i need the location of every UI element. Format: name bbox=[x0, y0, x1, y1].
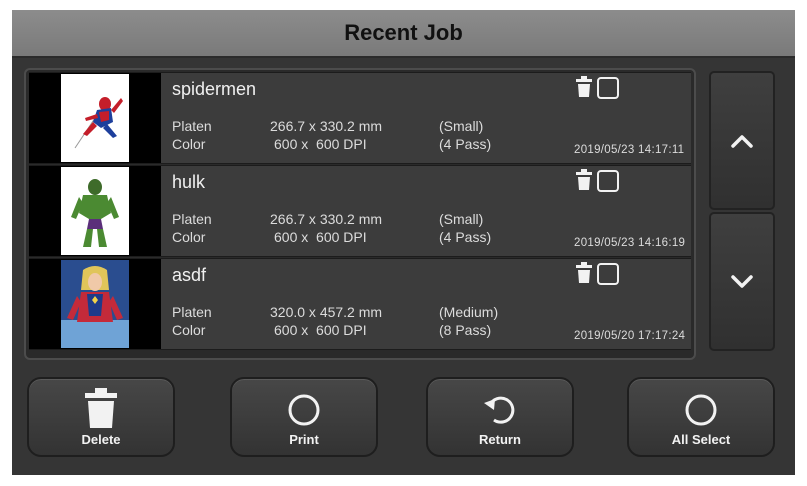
circle-icon bbox=[288, 394, 320, 426]
trash-icon[interactable] bbox=[575, 261, 593, 285]
platen-label: Platen bbox=[172, 304, 212, 320]
circle-icon bbox=[685, 394, 717, 426]
scroll-down-button[interactable] bbox=[709, 212, 775, 351]
resolution: 600 x 600 DPI bbox=[274, 136, 367, 152]
pass-mode: (8 Pass) bbox=[439, 322, 492, 338]
rotate-icon bbox=[484, 396, 515, 424]
recent-job-screen: Recent Job spidermen Platen Color 266.7 … bbox=[12, 10, 795, 475]
color-label: Color bbox=[172, 136, 206, 152]
job-thumbnail bbox=[61, 167, 129, 255]
platen-size: 320.0 x 457.2 mm bbox=[270, 304, 383, 320]
job-thumbnail bbox=[61, 74, 129, 162]
size-class: (Small) bbox=[439, 118, 484, 134]
chevron-down-icon bbox=[731, 274, 753, 288]
select-checkbox[interactable] bbox=[597, 263, 619, 285]
job-date: 2019/05/23 14:17:11 bbox=[574, 144, 685, 156]
delete-label: Delete bbox=[81, 432, 121, 447]
trash-icon bbox=[85, 388, 117, 428]
thumbnail-frame bbox=[29, 73, 161, 163]
platen-label: Platen bbox=[172, 118, 212, 134]
job-row-spidermen[interactable]: spidermen Platen Color 266.7 x 330.2 mm … bbox=[29, 72, 691, 164]
job-date: 2019/05/23 14:16:19 bbox=[574, 237, 686, 249]
all-select-button[interactable]: All Select bbox=[627, 377, 775, 457]
trash-icon[interactable] bbox=[575, 75, 593, 99]
size-class: (Small) bbox=[439, 211, 484, 227]
size-class: (Medium) bbox=[439, 304, 499, 320]
print-label: Print bbox=[289, 432, 319, 447]
job-row-hulk[interactable]: hulk Platen Color 266.7 x 330.2 mm 600 x… bbox=[29, 165, 691, 257]
thumbnail-frame bbox=[29, 259, 161, 349]
platen-size: 266.7 x 330.2 mm bbox=[270, 118, 383, 134]
job-list: spidermen Platen Color 266.7 x 330.2 mm … bbox=[24, 68, 696, 360]
chevron-up-icon bbox=[731, 134, 753, 148]
delete-button[interactable]: Delete bbox=[27, 377, 175, 457]
page-title: Recent Job bbox=[344, 20, 463, 45]
title-bar: Recent Job bbox=[12, 10, 795, 58]
platen-label: Platen bbox=[172, 211, 212, 227]
platen-size: 266.7 x 330.2 mm bbox=[270, 211, 383, 227]
job-name: hulk bbox=[172, 172, 206, 192]
print-button[interactable]: Print bbox=[230, 377, 378, 457]
resolution: 600 x 600 DPI bbox=[274, 322, 367, 338]
job-name: spidermen bbox=[172, 79, 257, 99]
all-select-label: All Select bbox=[671, 432, 731, 447]
job-row-asdf[interactable]: asdf Platen Color 320.0 x 457.2 mm 600 x… bbox=[29, 258, 691, 350]
color-label: Color bbox=[172, 229, 206, 245]
return-label: Return bbox=[479, 432, 521, 447]
color-label: Color bbox=[172, 322, 206, 338]
pass-mode: (4 Pass) bbox=[439, 229, 492, 245]
job-thumbnail bbox=[61, 260, 129, 348]
job-name: asdf bbox=[172, 265, 207, 285]
scroll-up-button[interactable] bbox=[709, 71, 775, 210]
resolution: 600 x 600 DPI bbox=[274, 229, 367, 245]
return-button[interactable]: Return bbox=[426, 377, 574, 457]
select-checkbox[interactable] bbox=[597, 77, 619, 99]
pass-mode: (4 Pass) bbox=[439, 136, 492, 152]
thumbnail-frame bbox=[29, 166, 161, 256]
job-date: 2019/05/20 17:17:24 bbox=[574, 330, 686, 342]
trash-icon[interactable] bbox=[575, 168, 593, 192]
select-checkbox[interactable] bbox=[597, 170, 619, 192]
